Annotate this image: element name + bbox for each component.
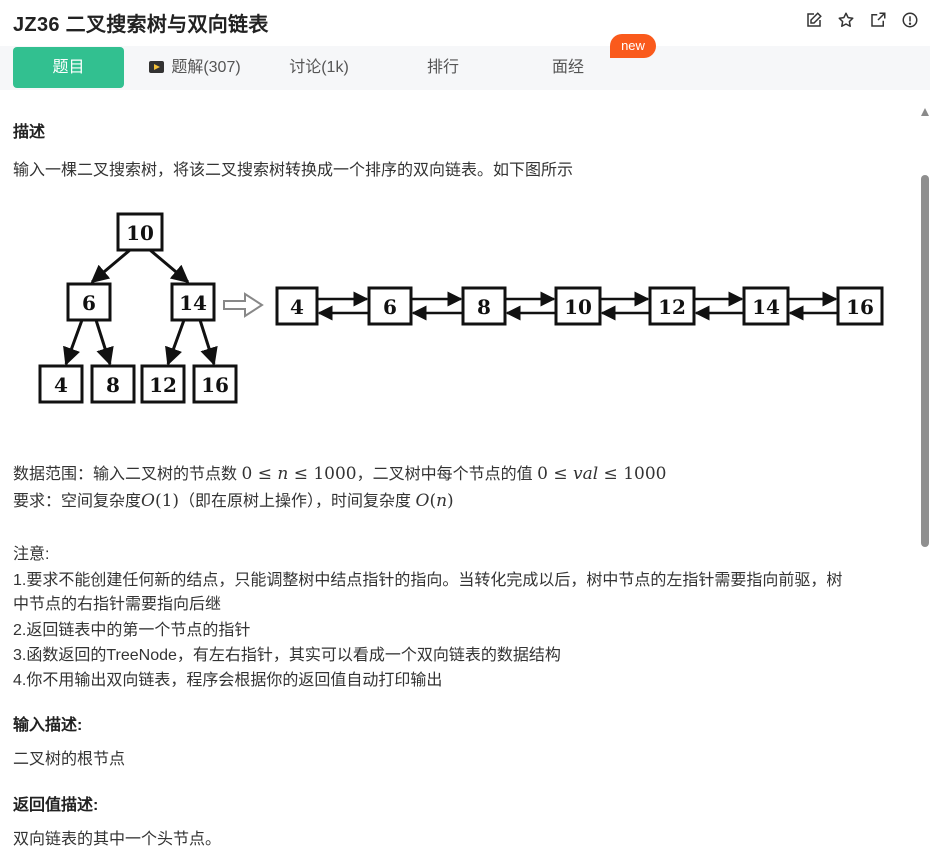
complexity-text: 要求：空间复杂度O(1)（即在原树上操作），时间复杂度 O(n) (13, 487, 454, 511)
tab-solutions[interactable]: 题解(307) (140, 47, 250, 88)
note-3: 3.函数返回的TreeNode，有左右指针，其实可以看成一个双向链表的数据结构 (13, 647, 561, 664)
complexity-prefix: 要求：空间复杂度 (13, 493, 142, 510)
tree-node-root: 10 (126, 221, 154, 245)
scrollbar-thumb[interactable] (921, 175, 929, 547)
input-text: 二叉树的根节点 (13, 751, 126, 768)
space-complexity-math: O(1) (141, 491, 180, 511)
new-badge: new (610, 34, 656, 58)
transform-arrow-icon (223, 292, 264, 318)
note-1-line-1: 1.要求不能创建任何新的结点，只能调整树中结点指针的指向。当转化完成以后，树中节… (13, 572, 843, 589)
tab-interview[interactable]: 面经 (515, 47, 621, 88)
problem-title: JZ36 二叉搜索树与双向链表 (13, 14, 269, 36)
description-intro: 输入一棵二叉搜索树，将该二叉搜索树转换成一个排序的双向链表。如下图所示 (13, 162, 574, 179)
note-title: 注意: (13, 546, 50, 563)
tree-node-left: 6 (82, 291, 96, 315)
share-icon[interactable] (868, 10, 888, 30)
time-complexity-math: O(n) (415, 491, 454, 511)
list-node-6: 14 (752, 295, 780, 319)
range-n-math: 0 ≤ n ≤ 1000 (241, 464, 357, 484)
complexity-mid: （即在原树上操作），时间复杂度 (179, 493, 412, 510)
data-range-prefix: 数据范围：输入二叉树的节点数 (13, 466, 238, 483)
tree-node-right: 14 (179, 291, 207, 315)
list-node-4: 10 (564, 295, 592, 319)
header-actions (804, 10, 920, 30)
edit-icon[interactable] (804, 10, 824, 30)
list-node-2: 6 (383, 295, 397, 319)
list-node-1: 4 (290, 295, 304, 319)
problem-tabs: 题目 题解(307) 讨论(1k) 排行 面经 (0, 46, 930, 90)
video-play-icon (149, 61, 165, 73)
tab-discussion-label: 讨论(1k) (289, 59, 349, 76)
data-range-text: 数据范围：输入二叉树的节点数 0 ≤ n ≤ 1000，二叉树中每个节点的值 0… (13, 460, 666, 484)
tree-leaf-3: 12 (149, 373, 177, 397)
output-heading: 返回值描述: (13, 797, 99, 814)
star-icon[interactable] (836, 10, 856, 30)
note-1-line-2: 中节点的右指针需要指向后继 (13, 596, 222, 613)
problem-header: JZ36 二叉搜索树与双向链表 (0, 0, 930, 44)
tab-ranking-label: 排行 (426, 59, 459, 76)
data-range-mid: ，二叉树中每个节点的值 (356, 466, 533, 483)
tab-problem-label: 题目 (52, 59, 85, 76)
bst-to-list-diagram: 10 6 14 4 8 12 16 4 6 8 10 12 14 16 (38, 212, 884, 404)
output-text: 双向链表的其中一个头节点。 (13, 831, 222, 848)
tab-ranking[interactable]: 排行 (390, 47, 496, 88)
scroll-up-arrow-icon[interactable] (921, 108, 929, 116)
tab-solutions-label: 题解(307) (171, 59, 241, 76)
tree-leaf-4: 16 (201, 373, 229, 397)
tree-leaf-2: 8 (106, 373, 120, 397)
note-4: 4.你不用输出双向链表，程序会根据你的返回值自动打印输出 (13, 672, 443, 689)
tab-interview-label: 面经 (551, 59, 584, 76)
tab-discussion[interactable]: 讨论(1k) (266, 47, 372, 88)
tree-leaf-1: 4 (54, 373, 68, 397)
note-2: 2.返回链表中的第一个节点的指针 (13, 622, 251, 639)
list-node-7: 16 (846, 295, 874, 319)
range-val-math: 0 ≤ val ≤ 1000 (537, 464, 667, 484)
list-node-5: 12 (658, 295, 686, 319)
tab-problem[interactable]: 题目 (13, 47, 124, 88)
description-heading: 描述 (13, 124, 46, 141)
info-icon[interactable] (900, 10, 920, 30)
list-node-3: 8 (477, 295, 491, 319)
input-heading: 输入描述: (13, 717, 83, 734)
